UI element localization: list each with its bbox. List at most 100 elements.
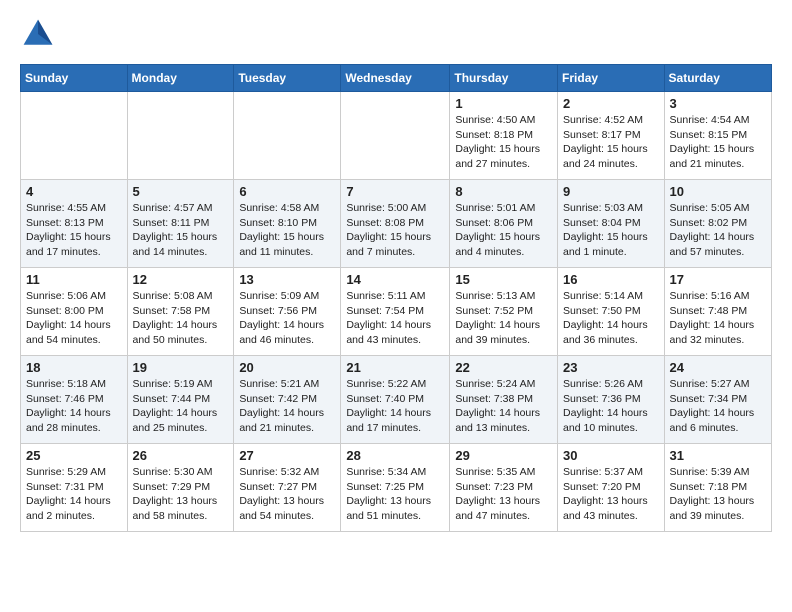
day-number: 25 — [26, 448, 122, 463]
day-info: Sunrise: 5:09 AM Sunset: 7:56 PM Dayligh… — [239, 289, 335, 348]
day-number: 6 — [239, 184, 335, 199]
day-info: Sunrise: 4:50 AM Sunset: 8:18 PM Dayligh… — [455, 113, 552, 172]
calendar-cell: 19 Sunrise: 5:19 AM Sunset: 7:44 PM Dayli… — [127, 356, 234, 444]
day-number: 14 — [346, 272, 444, 287]
day-info: Sunrise: 5:26 AM Sunset: 7:36 PM Dayligh… — [563, 377, 659, 436]
calendar-body: 1 Sunrise: 4:50 AM Sunset: 8:18 PM Daylig… — [21, 92, 772, 532]
calendar-cell: 29 Sunrise: 5:35 AM Sunset: 7:23 PM Dayli… — [450, 444, 558, 532]
day-info: Sunrise: 5:27 AM Sunset: 7:34 PM Dayligh… — [670, 377, 766, 436]
calendar-cell: 28Sunrise: 5:34 AM Sunset: 7:25 PM Dayli… — [341, 444, 450, 532]
week-row-2: 4Sunrise: 4:55 AM Sunset: 8:13 PM Daylig… — [21, 180, 772, 268]
day-number: 5 — [133, 184, 229, 199]
day-number: 31 — [670, 448, 766, 463]
day-number: 1 — [455, 96, 552, 111]
calendar-cell: 26 Sunrise: 5:30 AM Sunset: 7:29 PM Dayli… — [127, 444, 234, 532]
day-info: Sunrise: 5:11 AM Sunset: 7:54 PM Dayligh… — [346, 289, 444, 348]
calendar-cell: 6Sunrise: 4:58 AM Sunset: 8:10 PM Daylig… — [234, 180, 341, 268]
day-number: 17 — [670, 272, 766, 287]
day-number: 29 — [455, 448, 552, 463]
day-number: 23 — [563, 360, 659, 375]
day-number: 21 — [346, 360, 444, 375]
weekday-header-monday: Monday — [127, 65, 234, 92]
day-number: 11 — [26, 272, 122, 287]
logo-icon — [20, 16, 56, 52]
calendar-cell — [234, 92, 341, 180]
day-info: Sunrise: 4:54 AM Sunset: 8:15 PM Dayligh… — [670, 113, 766, 172]
day-number: 4 — [26, 184, 122, 199]
calendar-cell: 4Sunrise: 4:55 AM Sunset: 8:13 PM Daylig… — [21, 180, 128, 268]
day-number: 7 — [346, 184, 444, 199]
calendar-cell: 20 Sunrise: 5:21 AM Sunset: 7:42 PM Dayli… — [234, 356, 341, 444]
week-row-5: 25 Sunrise: 5:29 AM Sunset: 7:31 PM Dayli… — [21, 444, 772, 532]
week-row-3: 11Sunrise: 5:06 AM Sunset: 8:00 PM Dayli… — [21, 268, 772, 356]
calendar-cell: 21 Sunrise: 5:22 AM Sunset: 7:40 PM Dayli… — [341, 356, 450, 444]
calendar-cell: 31 Sunrise: 5:39 AM Sunset: 7:18 PM Dayli… — [664, 444, 771, 532]
day-info: Sunrise: 5:03 AM Sunset: 8:04 PM Dayligh… — [563, 201, 659, 260]
page: SundayMondayTuesdayWednesdayThursdayFrid… — [0, 0, 792, 548]
day-number: 26 — [133, 448, 229, 463]
calendar-cell: 16Sunrise: 5:14 AM Sunset: 7:50 PM Dayli… — [558, 268, 665, 356]
day-info: Sunrise: 5:30 AM Sunset: 7:29 PM Dayligh… — [133, 465, 229, 524]
calendar-cell: 3 Sunrise: 4:54 AM Sunset: 8:15 PM Daylig… — [664, 92, 771, 180]
day-info: Sunrise: 5:05 AM Sunset: 8:02 PM Dayligh… — [670, 201, 766, 260]
calendar-cell — [341, 92, 450, 180]
weekday-header-tuesday: Tuesday — [234, 65, 341, 92]
day-info: Sunrise: 5:16 AM Sunset: 7:48 PM Dayligh… — [670, 289, 766, 348]
calendar-cell — [127, 92, 234, 180]
day-info: Sunrise: 4:52 AM Sunset: 8:17 PM Dayligh… — [563, 113, 659, 172]
day-info: Sunrise: 4:57 AM Sunset: 8:11 PM Dayligh… — [133, 201, 229, 260]
calendar-cell: 2 Sunrise: 4:52 AM Sunset: 8:17 PM Daylig… — [558, 92, 665, 180]
calendar-cell: 10 Sunrise: 5:05 AM Sunset: 8:02 PM Dayli… — [664, 180, 771, 268]
calendar-cell: 18 Sunrise: 5:18 AM Sunset: 7:46 PM Dayli… — [21, 356, 128, 444]
calendar-cell: 22Sunrise: 5:24 AM Sunset: 7:38 PM Dayli… — [450, 356, 558, 444]
day-number: 8 — [455, 184, 552, 199]
day-info: Sunrise: 5:39 AM Sunset: 7:18 PM Dayligh… — [670, 465, 766, 524]
day-info: Sunrise: 5:21 AM Sunset: 7:42 PM Dayligh… — [239, 377, 335, 436]
calendar-cell — [21, 92, 128, 180]
day-number: 2 — [563, 96, 659, 111]
calendar-cell: 30Sunrise: 5:37 AM Sunset: 7:20 PM Dayli… — [558, 444, 665, 532]
day-info: Sunrise: 5:29 AM Sunset: 7:31 PM Dayligh… — [26, 465, 122, 524]
day-number: 15 — [455, 272, 552, 287]
weekday-header-thursday: Thursday — [450, 65, 558, 92]
calendar-cell: 8Sunrise: 5:01 AM Sunset: 8:06 PM Daylig… — [450, 180, 558, 268]
day-info: Sunrise: 5:00 AM Sunset: 8:08 PM Dayligh… — [346, 201, 444, 260]
day-number: 20 — [239, 360, 335, 375]
calendar-cell: 7 Sunrise: 5:00 AM Sunset: 8:08 PM Daylig… — [341, 180, 450, 268]
calendar-cell: 13Sunrise: 5:09 AM Sunset: 7:56 PM Dayli… — [234, 268, 341, 356]
day-number: 12 — [133, 272, 229, 287]
calendar-cell: 11Sunrise: 5:06 AM Sunset: 8:00 PM Dayli… — [21, 268, 128, 356]
day-number: 27 — [239, 448, 335, 463]
day-info: Sunrise: 5:13 AM Sunset: 7:52 PM Dayligh… — [455, 289, 552, 348]
day-number: 24 — [670, 360, 766, 375]
day-number: 9 — [563, 184, 659, 199]
day-info: Sunrise: 5:37 AM Sunset: 7:20 PM Dayligh… — [563, 465, 659, 524]
day-info: Sunrise: 5:35 AM Sunset: 7:23 PM Dayligh… — [455, 465, 552, 524]
day-number: 10 — [670, 184, 766, 199]
week-row-1: 1 Sunrise: 4:50 AM Sunset: 8:18 PM Daylig… — [21, 92, 772, 180]
calendar-cell: 1 Sunrise: 4:50 AM Sunset: 8:18 PM Daylig… — [450, 92, 558, 180]
weekday-header-row: SundayMondayTuesdayWednesdayThursdayFrid… — [21, 65, 772, 92]
week-row-4: 18 Sunrise: 5:18 AM Sunset: 7:46 PM Dayli… — [21, 356, 772, 444]
day-number: 18 — [26, 360, 122, 375]
day-info: Sunrise: 5:32 AM Sunset: 7:27 PM Dayligh… — [239, 465, 335, 524]
calendar-cell: 27 Sunrise: 5:32 AM Sunset: 7:27 PM Dayli… — [234, 444, 341, 532]
calendar-cell: 14 Sunrise: 5:11 AM Sunset: 7:54 PM Dayli… — [341, 268, 450, 356]
calendar-cell: 15 Sunrise: 5:13 AM Sunset: 7:52 PM Dayli… — [450, 268, 558, 356]
weekday-header-friday: Friday — [558, 65, 665, 92]
day-number: 3 — [670, 96, 766, 111]
day-number: 19 — [133, 360, 229, 375]
weekday-header-sunday: Sunday — [21, 65, 128, 92]
header — [20, 16, 772, 52]
day-info: Sunrise: 5:19 AM Sunset: 7:44 PM Dayligh… — [133, 377, 229, 436]
logo — [20, 16, 60, 52]
day-info: Sunrise: 5:22 AM Sunset: 7:40 PM Dayligh… — [346, 377, 444, 436]
calendar-cell: 24 Sunrise: 5:27 AM Sunset: 7:34 PM Dayli… — [664, 356, 771, 444]
weekday-header-wednesday: Wednesday — [341, 65, 450, 92]
weekday-header-saturday: Saturday — [664, 65, 771, 92]
calendar-cell: 23 Sunrise: 5:26 AM Sunset: 7:36 PM Dayli… — [558, 356, 665, 444]
calendar-cell: 17 Sunrise: 5:16 AM Sunset: 7:48 PM Dayli… — [664, 268, 771, 356]
day-info: Sunrise: 5:14 AM Sunset: 7:50 PM Dayligh… — [563, 289, 659, 348]
day-info: Sunrise: 5:18 AM Sunset: 7:46 PM Dayligh… — [26, 377, 122, 436]
calendar-header: SundayMondayTuesdayWednesdayThursdayFrid… — [21, 65, 772, 92]
